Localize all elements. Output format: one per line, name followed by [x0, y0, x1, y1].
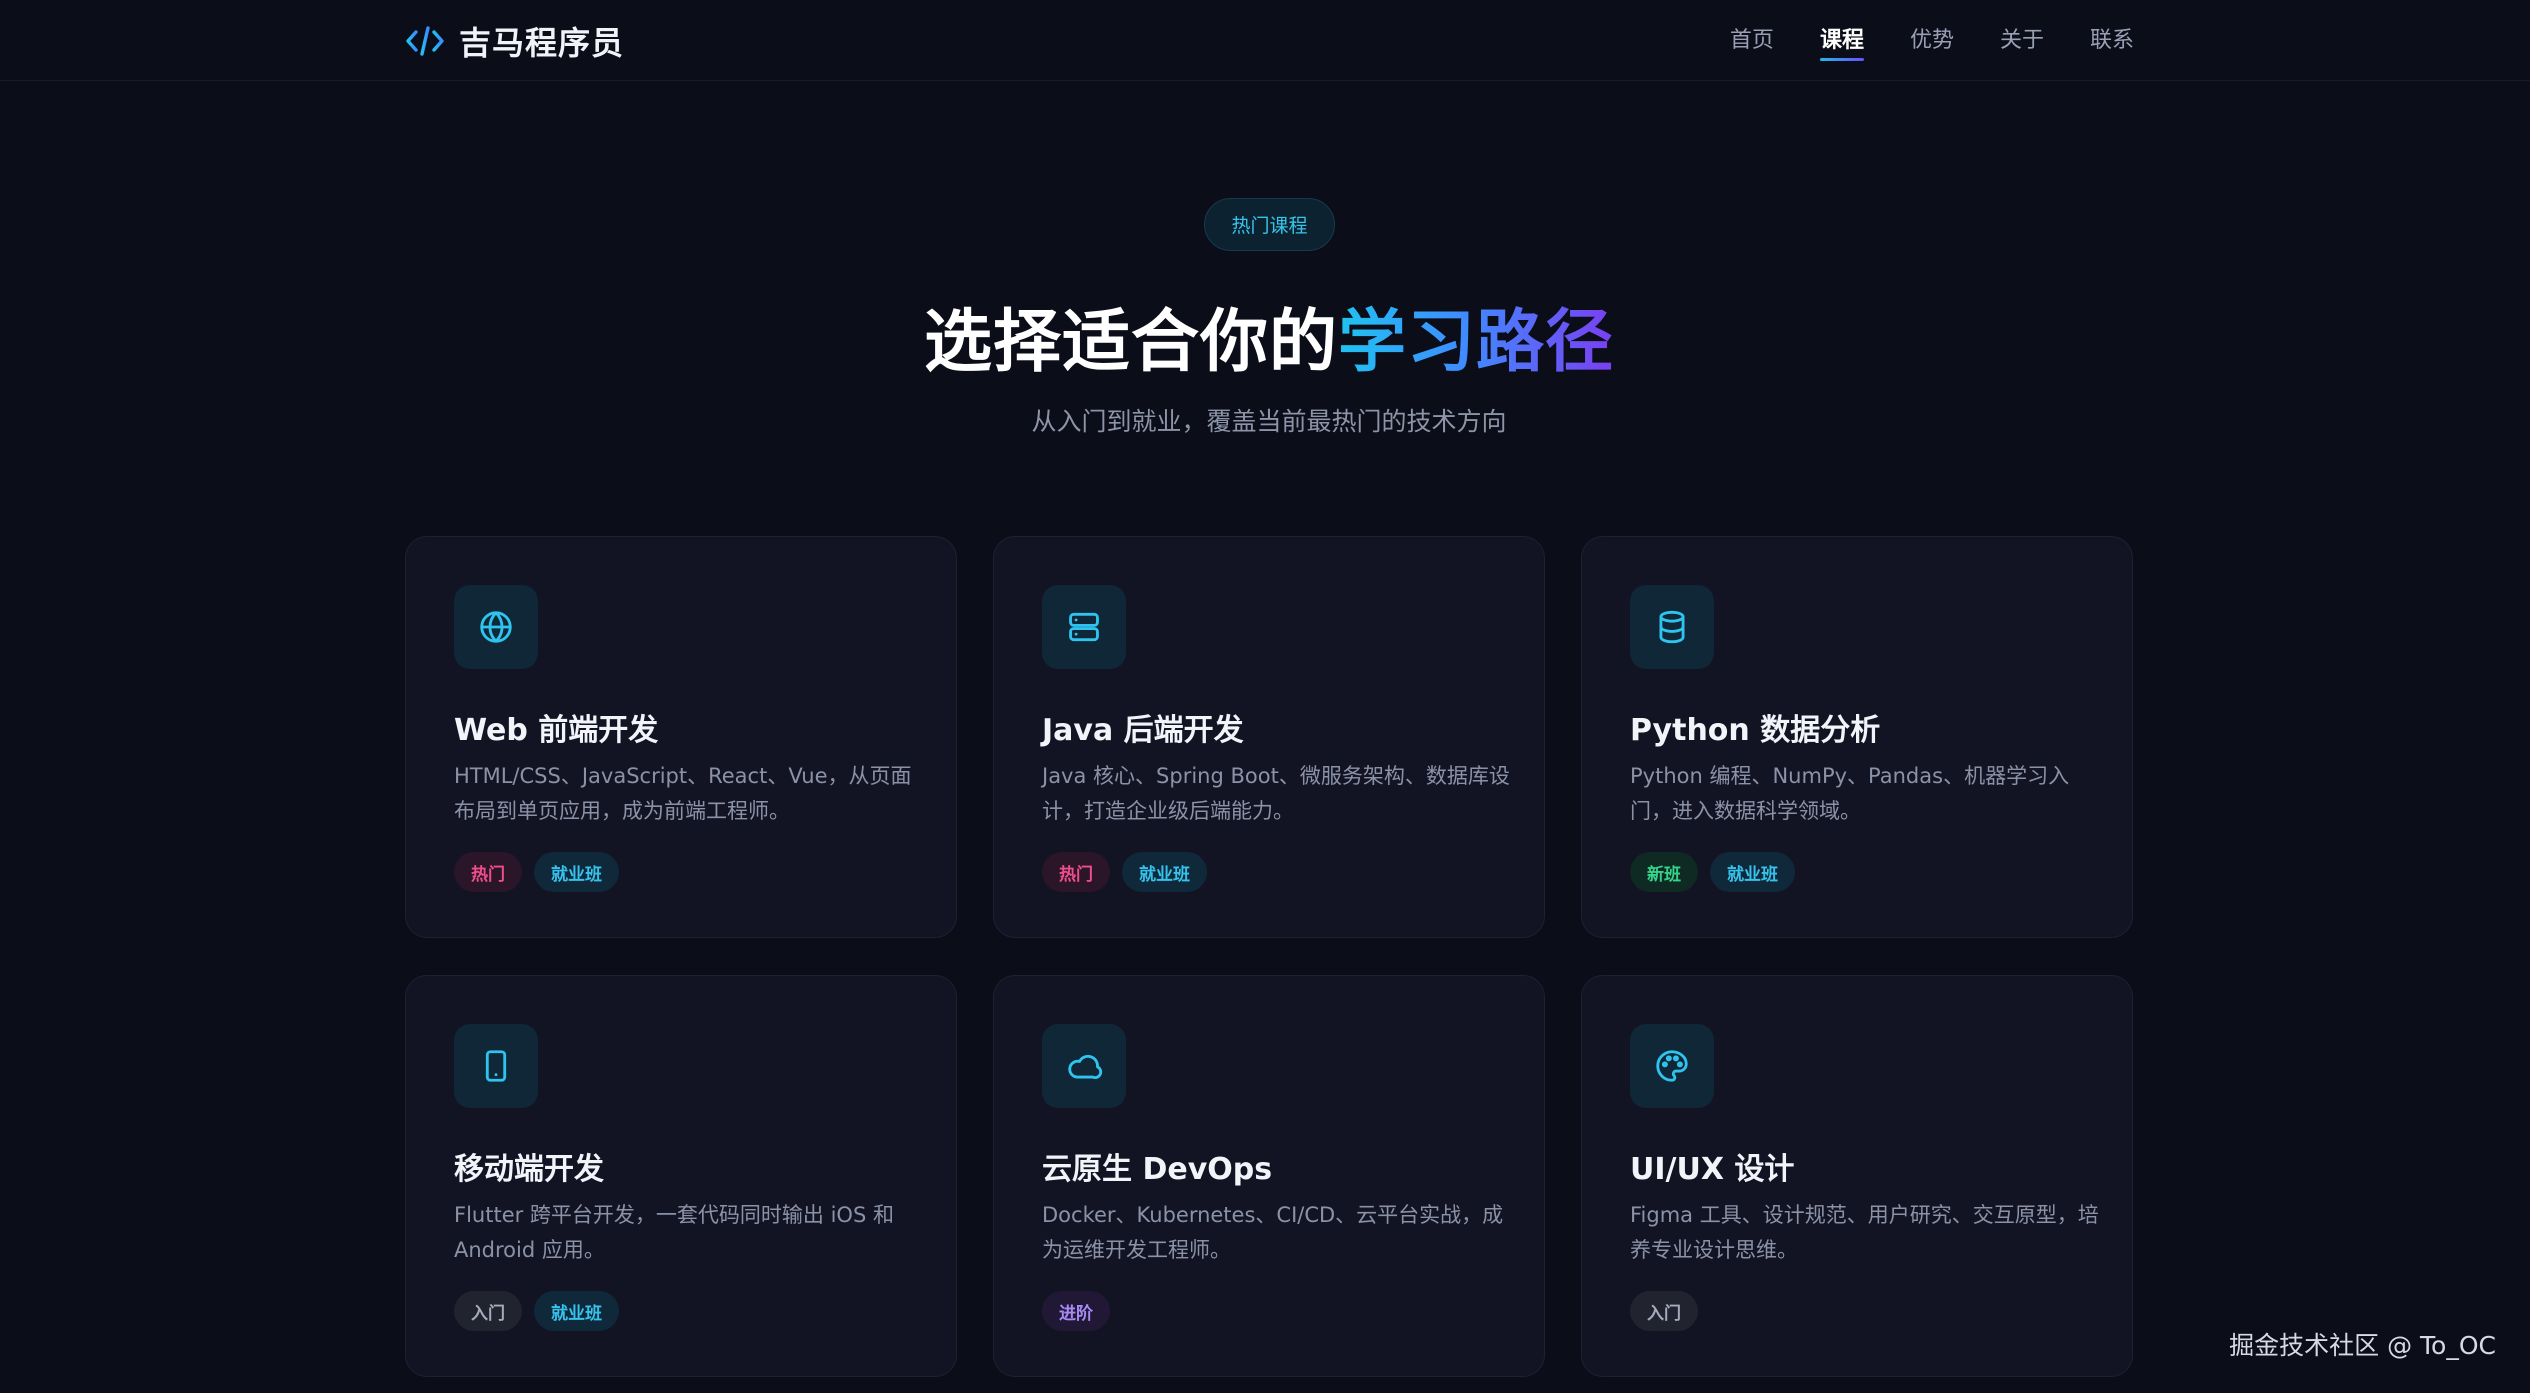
tag-job: 就业班	[534, 852, 619, 892]
course-tags: 热门 就业班	[454, 852, 619, 892]
course-tags: 进阶	[1042, 1291, 1110, 1331]
code-icon	[406, 26, 444, 56]
tag-hot: 热门	[454, 852, 522, 892]
logo-text: 吉马程序员	[459, 24, 625, 62]
course-desc: Java 核心、Spring Boot、微服务架构、数据库设计，打造企业级后端能…	[1042, 764, 1510, 823]
tag-intro: 入门	[454, 1291, 522, 1331]
course-tags: 热门 就业班	[1042, 852, 1207, 892]
course-tags: 入门	[1630, 1291, 1698, 1331]
smartphone-icon	[454, 1024, 538, 1108]
database-icon	[1630, 585, 1714, 669]
site-header: 吉马程序员 首页 课程 优势 关于 联系	[0, 0, 2530, 81]
course-title: Java 后端开发	[1042, 713, 1244, 748]
nav-home[interactable]: 首页	[1730, 0, 1774, 81]
tag-intro: 入门	[1630, 1291, 1698, 1331]
course-card-mobile[interactable]: 移动端开发 Flutter 跨平台开发，一套代码同时输出 iOS 和 Andro…	[405, 975, 957, 1377]
course-title: 云原生 DevOps	[1042, 1152, 1273, 1187]
server-icon	[1042, 585, 1126, 669]
course-desc: Flutter 跨平台开发，一套代码同时输出 iOS 和 Android 应用。	[454, 1203, 894, 1262]
tag-new: 新班	[1630, 852, 1698, 892]
tag-job: 就业班	[1710, 852, 1795, 892]
section-subtitle: 从入门到就业，覆盖当前最热门的技术方向	[1031, 407, 1507, 436]
tag-job: 就业班	[534, 1291, 619, 1331]
palette-icon	[1630, 1024, 1714, 1108]
nav-contact[interactable]: 联系	[2090, 0, 2134, 81]
nav-courses[interactable]: 课程	[1819, 0, 1864, 81]
course-title: Python 数据分析	[1630, 713, 1881, 748]
course-card-devops[interactable]: 云原生 DevOps Docker、Kubernetes、CI/CD、云平台实战…	[993, 975, 1545, 1377]
section-badge: 热门课程	[1204, 198, 1335, 251]
nav-advantages[interactable]: 优势	[1910, 0, 1954, 81]
course-tags: 入门 就业班	[454, 1291, 619, 1331]
course-title: 移动端开发	[454, 1152, 604, 1187]
course-desc: Python 编程、NumPy、Pandas、机器学习入门，进入数据科学领域。	[1630, 764, 2070, 823]
title-highlight: 学习路径	[1338, 303, 1615, 382]
course-desc: Docker、Kubernetes、CI/CD、云平台实战，成为运维开发工程师。	[1042, 1203, 1504, 1262]
title-plain: 选择适合你的	[923, 303, 1338, 382]
tag-job: 就业班	[1122, 852, 1207, 892]
logo[interactable]: 吉马程序员	[405, 20, 624, 62]
course-title: UI/UX 设计	[1630, 1152, 1795, 1187]
course-desc: HTML/CSS、JavaScript、React、Vue，从页面布局到单页应用…	[454, 764, 912, 823]
course-tags: 新班 就业班	[1630, 852, 1795, 892]
main-nav: 首页 课程 优势 关于 联系	[1730, 0, 2134, 81]
course-card-java[interactable]: Java 后端开发 Java 核心、Spring Boot、微服务架构、数据库设…	[993, 536, 1545, 938]
course-card-web[interactable]: Web 前端开发 HTML/CSS、JavaScript、React、Vue，从…	[405, 536, 957, 938]
course-title: Web 前端开发	[454, 713, 659, 748]
tag-advanced: 进阶	[1042, 1291, 1110, 1331]
globe-icon	[454, 585, 538, 669]
cloud-icon	[1042, 1024, 1126, 1108]
course-card-python[interactable]: Python 数据分析 Python 编程、NumPy、Pandas、机器学习入…	[1581, 536, 2133, 938]
section-title: 选择适合你的学习路径	[0, 286, 2530, 385]
course-desc: Figma 工具、设计规范、用户研究、交互原型，培养专业设计思维。	[1630, 1203, 2099, 1262]
watermark: 掘金技术社区 @ To_OC	[2229, 1331, 2496, 1360]
tag-hot: 热门	[1042, 852, 1110, 892]
nav-about[interactable]: 关于	[2000, 0, 2044, 81]
course-card-uiux[interactable]: UI/UX 设计 Figma 工具、设计规范、用户研究、交互原型，培养专业设计思…	[1581, 975, 2133, 1377]
